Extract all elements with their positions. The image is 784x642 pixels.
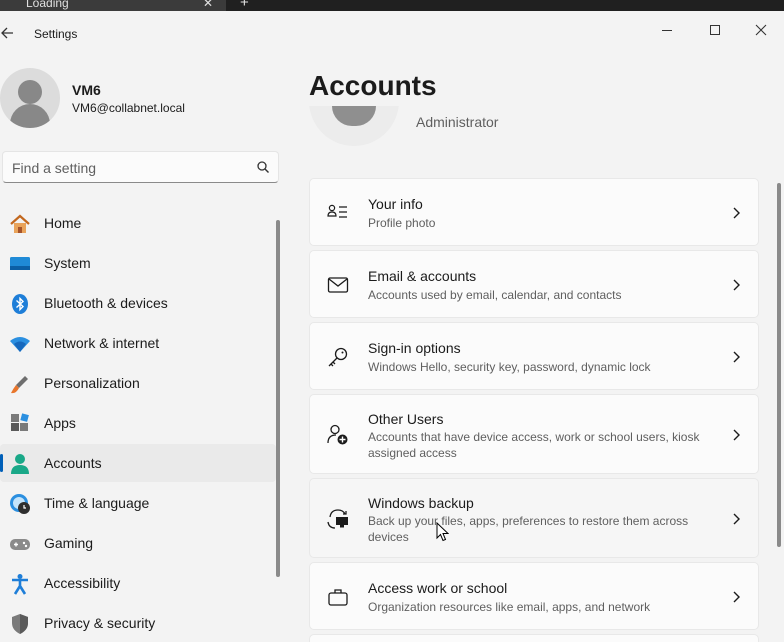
browser-tab[interactable]: Loading ✕: [0, 0, 226, 11]
account-avatar: [309, 106, 399, 146]
browser-tab-title: Loading: [26, 0, 69, 10]
selection-indicator: [0, 454, 3, 472]
minimize-button[interactable]: [644, 15, 690, 45]
maximize-button[interactable]: [692, 15, 738, 45]
sidebar-item-label: Personalization: [44, 375, 140, 391]
search-input[interactable]: Find a setting: [2, 151, 279, 183]
sidebar-item-label: Home: [44, 215, 82, 231]
card-description: Windows Hello, security key, password, d…: [368, 360, 651, 374]
card-description: Profile photo: [368, 216, 436, 230]
apps-icon: [11, 413, 29, 431]
key-icon: [328, 347, 348, 367]
sidebar-item-personalization[interactable]: Personalization: [0, 364, 276, 402]
chevron-right-icon: [733, 207, 740, 219]
home-icon: [10, 214, 30, 233]
chevron-right-icon: [733, 429, 740, 441]
sidebar-item-label: Time & language: [44, 495, 150, 511]
sidebar-item-label: Accessibility: [44, 575, 121, 591]
account-role: Administrator: [416, 114, 499, 130]
arrow-left-icon[interactable]: [0, 23, 16, 43]
sidebar-item-accounts[interactable]: Accounts: [0, 444, 276, 482]
card-access-work-school[interactable]: Access work or school Organization resou…: [309, 562, 759, 630]
card-sign-in-options[interactable]: Sign-in options Windows Hello, security …: [309, 322, 759, 390]
avatar[interactable]: [0, 68, 60, 128]
page-title: Accounts: [309, 70, 437, 101]
chevron-right-icon: [733, 279, 740, 291]
sidebar-item-privacy-security[interactable]: Privacy & security: [0, 604, 276, 642]
sidebar-scrollbar[interactable]: [276, 220, 280, 577]
bluetooth-icon: [12, 294, 28, 314]
chevron-right-icon: [733, 513, 740, 525]
gamepad-icon: [10, 539, 30, 550]
avatar-body: [10, 104, 50, 128]
card-your-info[interactable]: Your info Profile photo: [309, 178, 759, 246]
close-tab-icon[interactable]: ✕: [203, 0, 213, 10]
card-description: Accounts used by email, calendar, and co…: [368, 288, 622, 302]
new-tab-icon[interactable]: +: [240, 0, 249, 11]
sidebar-item-network[interactable]: Network & internet: [0, 324, 276, 362]
system-icon: [10, 257, 30, 270]
card-windows-backup[interactable]: Windows backup Back up your files, apps,…: [309, 478, 759, 558]
brush-icon: [11, 376, 28, 394]
sidebar-item-accessibility[interactable]: Accessibility: [0, 564, 276, 602]
card-partial[interactable]: [309, 634, 759, 642]
sidebar-item-time-language[interactable]: Time & language: [0, 484, 276, 522]
mail-icon: [327, 277, 349, 293]
card-description: Organization resources like email, apps,…: [368, 600, 651, 614]
sidebar-item-label: Network & internet: [44, 335, 160, 351]
card-other-users[interactable]: Other Users Accounts that have device ac…: [309, 394, 759, 474]
globe-clock-icon: [10, 494, 30, 514]
accounts-icon: [11, 454, 29, 474]
close-button[interactable]: [738, 15, 784, 45]
person-info-icon: [327, 204, 347, 218]
title-bar: Settings: [0, 11, 784, 51]
sidebar-item-label: Gaming: [44, 535, 94, 551]
card-title: Sign-in options: [368, 340, 461, 356]
sidebar-item-label: Privacy & security: [44, 615, 156, 631]
card-title: Your info: [368, 196, 423, 212]
sidebar-item-label: System: [44, 255, 91, 271]
user-name: VM6: [72, 82, 101, 98]
backup-icon: [327, 509, 348, 529]
person-add-icon: [327, 424, 348, 445]
mouse-cursor-icon: [436, 522, 449, 542]
card-title: Access work or school: [368, 580, 508, 596]
search-icon[interactable]: [256, 160, 270, 174]
maximize-icon: [710, 25, 720, 35]
content-scrollbar[interactable]: [777, 183, 781, 547]
briefcase-icon: [328, 589, 348, 606]
sidebar-item-bluetooth[interactable]: Bluetooth & devices: [0, 284, 276, 322]
sidebar-item-gaming[interactable]: Gaming: [0, 524, 276, 562]
avatar-head: [18, 80, 42, 104]
chevron-right-icon: [733, 351, 740, 363]
card-title: Other Users: [368, 411, 444, 427]
sidebar-item-apps[interactable]: Apps: [0, 404, 276, 442]
sidebar-item-label: Apps: [44, 415, 76, 431]
minimize-icon: [662, 29, 672, 31]
card-description: Accounts that have device access, work o…: [368, 430, 700, 460]
wifi-icon: [10, 337, 30, 352]
card-title: Windows backup: [368, 495, 474, 511]
card-description: Back up your files, apps, preferences to…: [368, 514, 689, 544]
sidebar-item-label: Accounts: [44, 455, 102, 471]
sidebar-item-system[interactable]: System: [0, 244, 276, 282]
close-icon: [755, 24, 767, 36]
accessibility-icon: [12, 574, 28, 595]
user-email: VM6@collabnet.local: [72, 101, 185, 115]
sidebar-item-label: Bluetooth & devices: [44, 295, 168, 311]
browser-tab-strip: Loading ✕ +: [0, 0, 784, 11]
shield-icon: [12, 614, 28, 634]
search-placeholder: Find a setting: [12, 160, 97, 176]
chevron-right-icon: [733, 591, 740, 603]
app-title: Settings: [34, 27, 78, 41]
card-email-accounts[interactable]: Email & accounts Accounts used by email,…: [309, 250, 759, 318]
card-title: Email & accounts: [368, 268, 477, 284]
sidebar-item-home[interactable]: Home: [0, 204, 276, 242]
